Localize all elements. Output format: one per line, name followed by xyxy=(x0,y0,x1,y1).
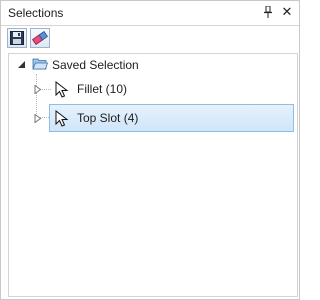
tree-node-top-slot[interactable]: Top Slot (4) xyxy=(33,104,294,132)
eraser-icon xyxy=(32,31,48,45)
clear-selection-button[interactable] xyxy=(30,28,50,48)
close-icon[interactable]: ✕ xyxy=(279,4,295,20)
tree-node-label: Saved Selection xyxy=(52,58,139,72)
tree-node-saved-selection[interactable]: Saved Selection xyxy=(13,54,293,76)
folder-open-icon xyxy=(32,57,49,74)
tree-node-fillet[interactable]: Fillet (10) xyxy=(33,78,293,100)
selection-toolbar xyxy=(1,26,299,52)
selection-tree[interactable]: Saved Selection Fillet (10) Top Slot (4) xyxy=(8,53,298,297)
cursor-icon xyxy=(55,80,69,101)
panel-titlebar: Selections ✕ xyxy=(1,1,299,26)
expander-collapsed-icon[interactable] xyxy=(33,84,43,94)
tree-node-label: Fillet (10) xyxy=(77,82,128,96)
panel-title: Selections xyxy=(8,6,64,20)
selections-panel: Selections ✕ Saved Selection Fillet (10)… xyxy=(0,0,300,300)
cursor-icon xyxy=(55,109,69,130)
expander-expanded-icon[interactable] xyxy=(17,60,27,70)
save-button[interactable] xyxy=(7,28,27,48)
expander-collapsed-icon[interactable] xyxy=(33,113,43,123)
save-icon xyxy=(10,31,24,45)
tree-node-label: Top Slot (4) xyxy=(77,111,139,125)
pin-icon[interactable] xyxy=(261,5,275,19)
